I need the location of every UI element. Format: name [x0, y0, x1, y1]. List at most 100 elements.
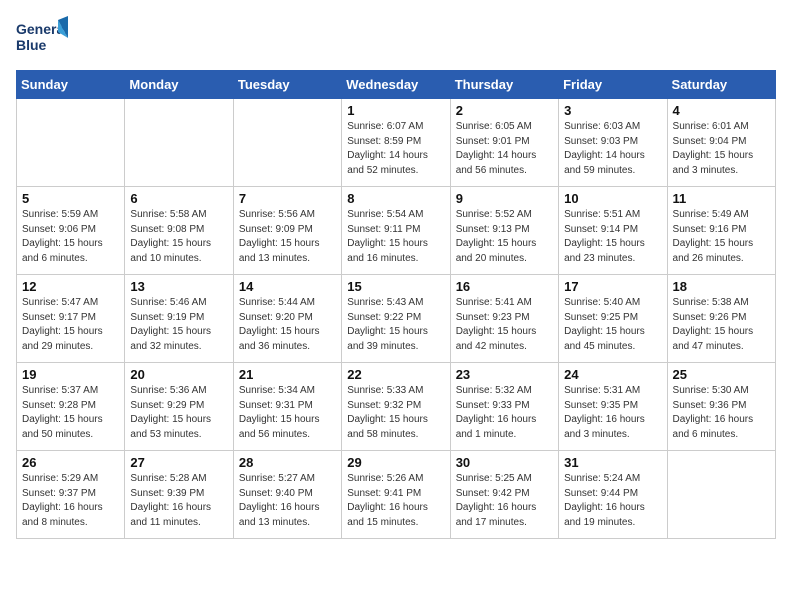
day-info: Sunrise: 6:03 AM Sunset: 9:03 PM Dayligh…	[564, 120, 661, 178]
day-info: Sunrise: 5:32 AM Sunset: 9:33 PM Dayligh…	[456, 384, 553, 442]
week-row-4: 19 Sunrise: 5:37 AM Sunset: 9:28 PM Dayli…	[17, 363, 776, 451]
day-number: 9	[456, 191, 553, 206]
svg-text:Blue: Blue	[16, 37, 47, 53]
calendar-cell: 25 Sunrise: 5:30 AM Sunset: 9:36 PM Dayli…	[667, 363, 775, 451]
calendar-cell: 26 Sunrise: 5:29 AM Sunset: 9:37 PM Dayli…	[17, 451, 125, 539]
day-info: Sunrise: 5:33 AM Sunset: 9:32 PM Dayligh…	[347, 384, 444, 442]
calendar-cell: 12Sunrise: 5:47 AM Sunset: 9:17 PM Dayli…	[17, 275, 125, 363]
calendar-cell: 30Sunrise: 5:25 AM Sunset: 9:42 PM Dayli…	[450, 451, 558, 539]
calendar-cell: 15Sunrise: 5:43 AM Sunset: 9:22 PM Dayli…	[342, 275, 450, 363]
calendar-cell: 2 Sunrise: 6:05 AM Sunset: 9:01 PM Daylig…	[450, 99, 558, 187]
day-number: 25	[673, 367, 770, 382]
day-number: 29	[347, 455, 444, 470]
day-number: 27	[130, 455, 227, 470]
week-row-1: 1 Sunrise: 6:07 AM Sunset: 8:59 PM Daylig…	[17, 99, 776, 187]
day-info: Sunrise: 5:38 AM Sunset: 9:26 PM Dayligh…	[673, 296, 770, 354]
day-number: 14	[239, 279, 336, 294]
calendar-cell: 17 Sunrise: 5:40 AM Sunset: 9:25 PM Dayli…	[559, 275, 667, 363]
logo: GeneralBlue	[16, 16, 68, 60]
calendar-cell: 13Sunrise: 5:46 AM Sunset: 9:19 PM Dayli…	[125, 275, 233, 363]
day-number: 11	[673, 191, 770, 206]
calendar-cell: 31Sunrise: 5:24 AM Sunset: 9:44 PM Dayli…	[559, 451, 667, 539]
calendar-cell: 11 Sunrise: 5:49 AM Sunset: 9:16 PM Dayli…	[667, 187, 775, 275]
week-row-3: 12Sunrise: 5:47 AM Sunset: 9:17 PM Dayli…	[17, 275, 776, 363]
day-number: 23	[456, 367, 553, 382]
calendar-cell	[233, 99, 341, 187]
day-info: Sunrise: 5:31 AM Sunset: 9:35 PM Dayligh…	[564, 384, 661, 442]
calendar-cell: 16Sunrise: 5:41 AM Sunset: 9:23 PM Dayli…	[450, 275, 558, 363]
day-info: Sunrise: 5:54 AM Sunset: 9:11 PM Dayligh…	[347, 208, 444, 266]
day-number: 22	[347, 367, 444, 382]
calendar-cell: 24 Sunrise: 5:31 AM Sunset: 9:35 PM Dayli…	[559, 363, 667, 451]
day-info: Sunrise: 5:26 AM Sunset: 9:41 PM Dayligh…	[347, 472, 444, 530]
logo-icon: GeneralBlue	[16, 16, 68, 60]
calendar-cell: 7Sunrise: 5:56 AM Sunset: 9:09 PM Daylig…	[233, 187, 341, 275]
day-number: 28	[239, 455, 336, 470]
day-number: 2	[456, 103, 553, 118]
header-friday: Friday	[559, 71, 667, 99]
calendar-cell: 23 Sunrise: 5:32 AM Sunset: 9:33 PM Dayli…	[450, 363, 558, 451]
header-wednesday: Wednesday	[342, 71, 450, 99]
day-info: Sunrise: 5:37 AM Sunset: 9:28 PM Dayligh…	[22, 384, 119, 442]
calendar-cell: 22 Sunrise: 5:33 AM Sunset: 9:32 PM Dayli…	[342, 363, 450, 451]
day-number: 3	[564, 103, 661, 118]
day-number: 19	[22, 367, 119, 382]
calendar-cell: 20Sunrise: 5:36 AM Sunset: 9:29 PM Dayli…	[125, 363, 233, 451]
day-info: Sunrise: 5:51 AM Sunset: 9:14 PM Dayligh…	[564, 208, 661, 266]
day-number: 31	[564, 455, 661, 470]
header-monday: Monday	[125, 71, 233, 99]
calendar-cell: 21 Sunrise: 5:34 AM Sunset: 9:31 PM Dayli…	[233, 363, 341, 451]
day-info: Sunrise: 5:34 AM Sunset: 9:31 PM Dayligh…	[239, 384, 336, 442]
calendar-cell	[17, 99, 125, 187]
page-header: GeneralBlue	[16, 16, 776, 60]
day-number: 24	[564, 367, 661, 382]
day-number: 21	[239, 367, 336, 382]
calendar-cell: 14 Sunrise: 5:44 AM Sunset: 9:20 PM Dayli…	[233, 275, 341, 363]
header-sunday: Sunday	[17, 71, 125, 99]
day-info: Sunrise: 5:30 AM Sunset: 9:36 PM Dayligh…	[673, 384, 770, 442]
day-info: Sunrise: 5:27 AM Sunset: 9:40 PM Dayligh…	[239, 472, 336, 530]
day-number: 1	[347, 103, 444, 118]
calendar-cell: 4Sunrise: 6:01 AM Sunset: 9:04 PM Daylig…	[667, 99, 775, 187]
day-number: 7	[239, 191, 336, 206]
day-number: 15	[347, 279, 444, 294]
day-number: 6	[130, 191, 227, 206]
calendar-cell: 28 Sunrise: 5:27 AM Sunset: 9:40 PM Dayli…	[233, 451, 341, 539]
day-number: 13	[130, 279, 227, 294]
day-info: Sunrise: 5:52 AM Sunset: 9:13 PM Dayligh…	[456, 208, 553, 266]
day-number: 16	[456, 279, 553, 294]
day-number: 8	[347, 191, 444, 206]
day-info: Sunrise: 5:28 AM Sunset: 9:39 PM Dayligh…	[130, 472, 227, 530]
day-info: Sunrise: 6:05 AM Sunset: 9:01 PM Dayligh…	[456, 120, 553, 178]
calendar-cell: 8 Sunrise: 5:54 AM Sunset: 9:11 PM Daylig…	[342, 187, 450, 275]
day-number: 26	[22, 455, 119, 470]
day-info: Sunrise: 5:58 AM Sunset: 9:08 PM Dayligh…	[130, 208, 227, 266]
calendar-cell: 5 Sunrise: 5:59 AM Sunset: 9:06 PM Daylig…	[17, 187, 125, 275]
header-tuesday: Tuesday	[233, 71, 341, 99]
day-number: 5	[22, 191, 119, 206]
calendar-cell: 19 Sunrise: 5:37 AM Sunset: 9:28 PM Dayli…	[17, 363, 125, 451]
week-row-5: 26 Sunrise: 5:29 AM Sunset: 9:37 PM Dayli…	[17, 451, 776, 539]
calendar-cell: 27 Sunrise: 5:28 AM Sunset: 9:39 PM Dayli…	[125, 451, 233, 539]
day-info: Sunrise: 6:07 AM Sunset: 8:59 PM Dayligh…	[347, 120, 444, 178]
calendar-cell: 9 Sunrise: 5:52 AM Sunset: 9:13 PM Daylig…	[450, 187, 558, 275]
day-number: 18	[673, 279, 770, 294]
day-info: Sunrise: 5:59 AM Sunset: 9:06 PM Dayligh…	[22, 208, 119, 266]
day-number: 12	[22, 279, 119, 294]
day-info: Sunrise: 6:01 AM Sunset: 9:04 PM Dayligh…	[673, 120, 770, 178]
day-number: 30	[456, 455, 553, 470]
calendar-cell	[125, 99, 233, 187]
day-info: Sunrise: 5:49 AM Sunset: 9:16 PM Dayligh…	[673, 208, 770, 266]
day-number: 17	[564, 279, 661, 294]
calendar-cell: 6 Sunrise: 5:58 AM Sunset: 9:08 PM Daylig…	[125, 187, 233, 275]
calendar-cell	[667, 451, 775, 539]
day-number: 20	[130, 367, 227, 382]
day-number: 10	[564, 191, 661, 206]
day-info: Sunrise: 5:44 AM Sunset: 9:20 PM Dayligh…	[239, 296, 336, 354]
day-info: Sunrise: 5:29 AM Sunset: 9:37 PM Dayligh…	[22, 472, 119, 530]
calendar-cell: 29 Sunrise: 5:26 AM Sunset: 9:41 PM Dayli…	[342, 451, 450, 539]
days-header-row: SundayMondayTuesdayWednesdayThursdayFrid…	[17, 71, 776, 99]
day-info: Sunrise: 5:40 AM Sunset: 9:25 PM Dayligh…	[564, 296, 661, 354]
calendar-cell: 1 Sunrise: 6:07 AM Sunset: 8:59 PM Daylig…	[342, 99, 450, 187]
calendar-cell: 18 Sunrise: 5:38 AM Sunset: 9:26 PM Dayli…	[667, 275, 775, 363]
